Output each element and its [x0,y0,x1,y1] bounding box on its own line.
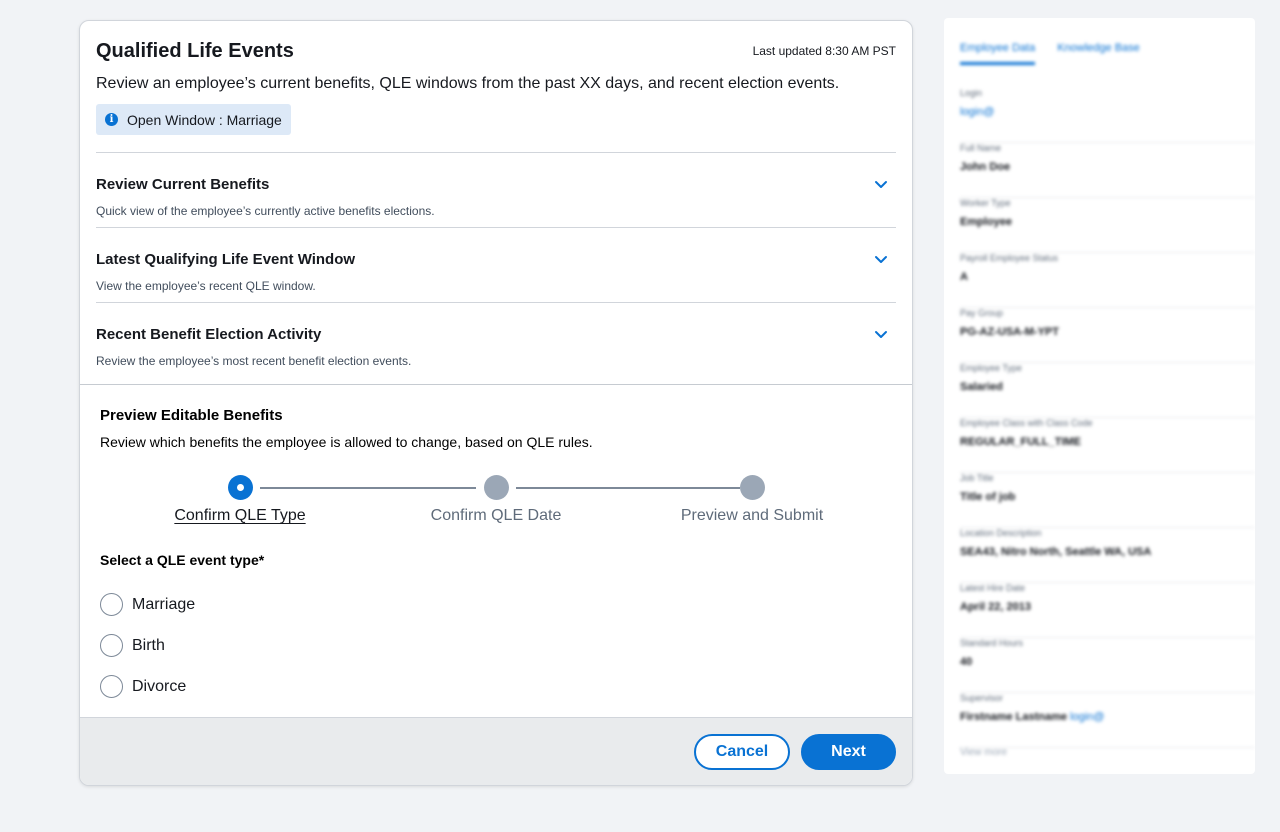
page-title: Qualified Life Events [96,40,294,62]
section-title[interactable]: Recent Benefit Election Activity [96,326,321,343]
next-button[interactable]: Next [801,734,896,770]
field-value: Salaried [960,381,1003,393]
field-value[interactable]: login@ [960,106,994,118]
field-label: Payroll Employee Status [960,253,1059,263]
field-label: Employee Type [960,363,1022,373]
radio-option-divorce[interactable]: Divorce [100,675,186,698]
field-label: Pay Group [960,308,1004,318]
section-latest-qle-window[interactable]: Latest Qualifying Life Event Window View… [96,227,896,302]
field-location: Location Description SEA43, Nitro North,… [960,528,1255,583]
section-subtitle: Review the employee’s most recent benefi… [96,354,412,368]
supervisor-name: Firstname Lastname [960,711,1067,723]
side-panel-content: Employee Data Knowledge Base Login login… [944,18,1255,774]
field-label: Standard Hours [960,638,1024,648]
field-supervisor: Supervisor Firstname Lastname login@ [960,693,1255,748]
section-subtitle: Quick view of the employee’s currently a… [96,204,435,218]
chevron-down-icon[interactable] [874,330,888,340]
step-indicator-2[interactable] [484,475,509,500]
field-login: Login login@ [960,88,1255,143]
cancel-button[interactable]: Cancel [694,734,790,770]
step-label-preview-submit[interactable]: Preview and Submit [681,507,823,525]
preview-description: Review which benefits the employee is al… [100,434,593,450]
field-worker-type: Worker Type Employee [960,198,1255,253]
section-title[interactable]: Latest Qualifying Life Event Window [96,251,355,268]
field-value: PG-AZ-USA-M-YPT [960,326,1059,338]
info-icon: i [105,113,118,126]
step-label-confirm-qle-date[interactable]: Confirm QLE Date [431,507,562,525]
side-tabs: Employee Data Knowledge Base [960,42,1140,65]
field-value: A [960,271,968,283]
radio-option-marriage[interactable]: Marriage [100,593,195,616]
field-label: Employee Class with Class Code [960,418,1093,428]
field-job-title: Job Title Title of job [960,473,1255,528]
field-value: Firstname Lastname login@ [960,711,1104,723]
preview-title: Preview Editable Benefits [100,407,283,424]
field-employee-class: Employee Class with Class Code REGULAR_F… [960,418,1255,473]
field-standard-hours: Standard Hours 40 [960,638,1255,693]
field-payroll-status: Payroll Employee Status A [960,253,1255,308]
radio-label[interactable]: Marriage [132,596,195,614]
view-more-link[interactable]: View more [960,747,1007,758]
radio-label[interactable]: Divorce [132,678,186,696]
tab-employee-data[interactable]: Employee Data [960,42,1036,65]
step-indicator-1[interactable] [228,475,253,500]
chevron-down-icon[interactable] [874,255,888,265]
radio-button[interactable] [100,593,123,616]
page-description: Review an employee’s current benefits, Q… [96,75,840,92]
chevron-down-icon[interactable] [874,180,888,190]
field-label: Latest Hire Date [960,583,1026,593]
step-connector [516,487,740,489]
tab-knowledge-base[interactable]: Knowledge Base [1057,42,1140,65]
step-indicator-3[interactable] [740,475,765,500]
qle-type-label: Select a QLE event type* [100,552,265,568]
open-window-text: Open Window : Marriage [127,111,282,128]
last-updated: Last updated 8:30 AM PST [752,44,896,58]
section-subtitle: View the employee’s recent QLE window. [96,279,316,293]
field-value: John Doe [960,161,1011,173]
field-label: Worker Type [960,198,1011,208]
field-value: 40 [960,656,973,668]
expandable-sections: Review Current Benefits Quick view of th… [96,152,896,377]
field-label: Supervisor [960,693,1004,703]
radio-label[interactable]: Birth [132,637,165,655]
field-label: Location Description [960,528,1042,538]
supervisor-login-link[interactable]: login@ [1070,711,1104,723]
field-full-name: Full Name John Doe [960,143,1255,198]
field-label: Login [960,88,983,98]
field-value: REGULAR_FULL_TIME [960,436,1081,448]
field-label: Full Name [960,143,1002,153]
step-connector [260,487,476,489]
section-review-current-benefits[interactable]: Review Current Benefits Quick view of th… [96,152,896,227]
field-value: SEA43, Nitro North, Seattle WA, USA [960,546,1152,558]
radio-option-birth[interactable]: Birth [100,634,165,657]
card-footer: Cancel Next [80,717,912,785]
field-employee-type: Employee Type Salaried [960,363,1255,418]
radio-button[interactable] [100,634,123,657]
preview-editable-benefits: Preview Editable Benefits Review which b… [80,384,912,717]
qle-card: Qualified Life Events Last updated 8:30 … [79,20,913,786]
step-label-confirm-qle-type[interactable]: Confirm QLE Type [174,507,305,525]
field-pay-group: Pay Group PG-AZ-USA-M-YPT [960,308,1255,363]
open-window-badge: i Open Window : Marriage [96,104,291,135]
section-recent-election-activity[interactable]: Recent Benefit Election Activity Review … [96,302,896,377]
field-label: Job Title [960,473,994,483]
radio-button[interactable] [100,675,123,698]
field-value: April 22, 2013 [960,601,1031,613]
employee-data-panel: Employee Data Knowledge Base Login login… [944,18,1255,774]
field-hire-date: Latest Hire Date April 22, 2013 [960,583,1255,638]
section-title[interactable]: Review Current Benefits [96,176,269,193]
field-value: Employee [960,216,1012,228]
field-value: Title of job [960,491,1016,503]
